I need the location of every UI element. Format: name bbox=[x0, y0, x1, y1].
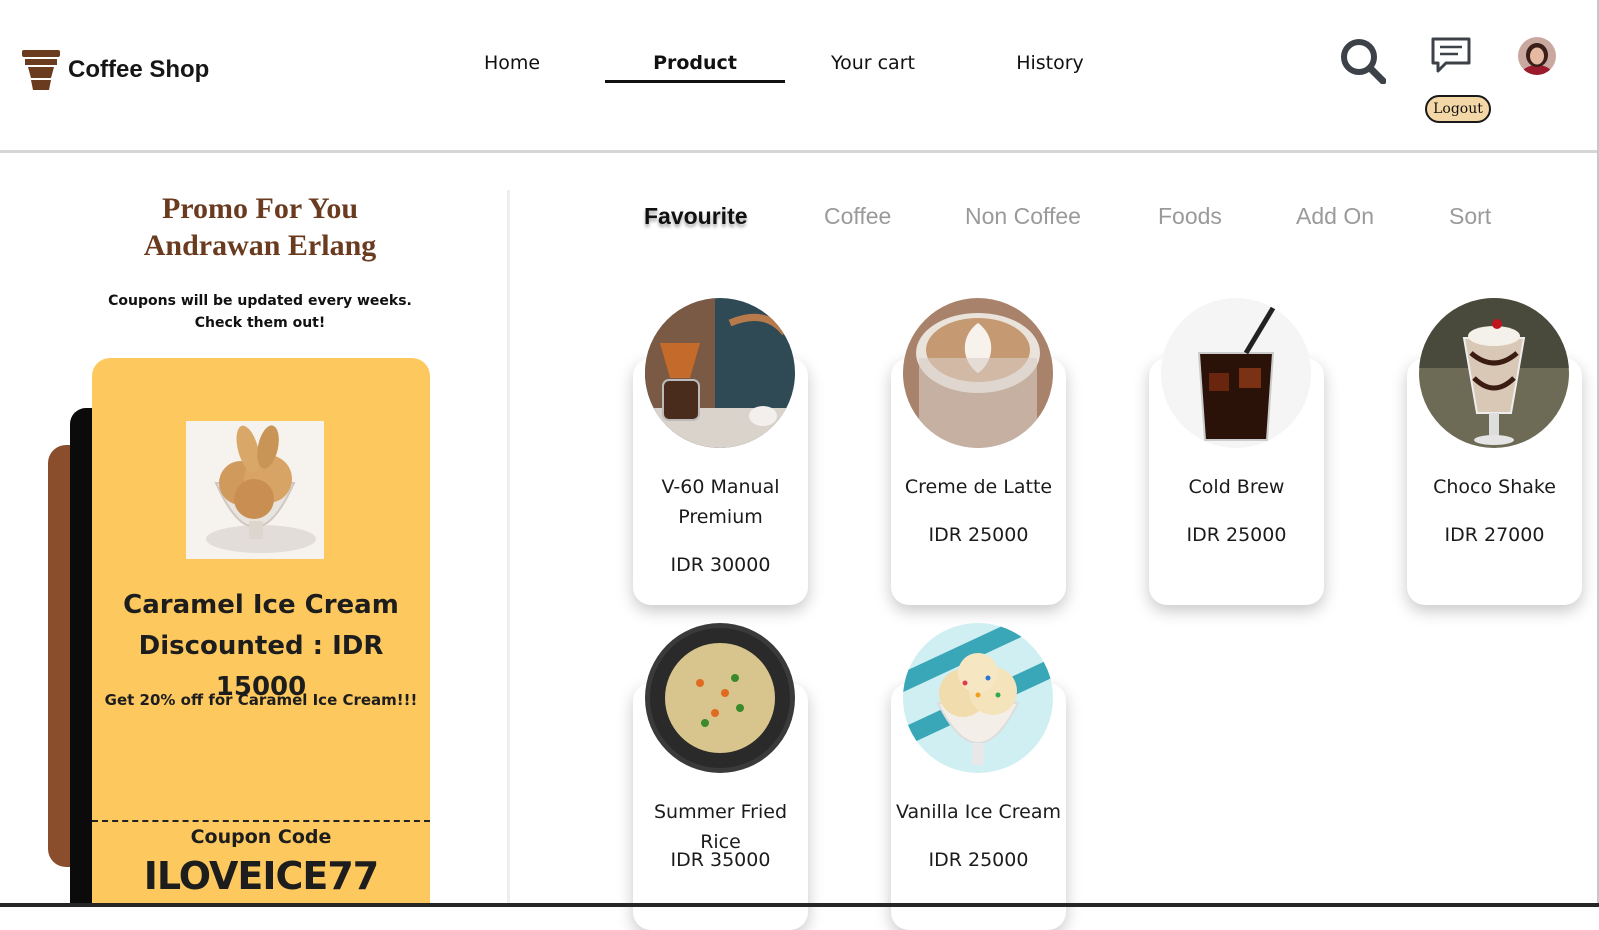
avatar[interactable] bbox=[1518, 37, 1556, 75]
brand[interactable]: Coffee Shop bbox=[22, 48, 209, 92]
coupon-code: ILOVEICE77 bbox=[143, 854, 380, 898]
product-price: IDR 25000 bbox=[928, 849, 1029, 871]
nav-product[interactable]: Product bbox=[605, 52, 785, 83]
search-icon[interactable] bbox=[1340, 38, 1387, 85]
nav-home[interactable]: Home bbox=[422, 52, 602, 80]
cold-brew-image bbox=[1161, 298, 1311, 448]
coupon-title: Caramel Ice Cream Discounted : IDR 15000 bbox=[92, 585, 430, 708]
caramel-ice-cream-image bbox=[186, 421, 324, 559]
vanilla-ice-cream-image bbox=[903, 623, 1053, 773]
tab-coffee[interactable]: Coffee bbox=[824, 203, 891, 230]
product-card-cold-brew[interactable]: Cold Brew IDR 25000 bbox=[1149, 298, 1324, 608]
product-price: IDR 27000 bbox=[1444, 524, 1545, 546]
coupon-card[interactable]: Caramel Ice Cream Discounted : IDR 15000… bbox=[92, 358, 430, 907]
product-name: Cold Brew bbox=[1188, 476, 1285, 498]
top-header: Coffee Shop Home Product Your cart Histo… bbox=[0, 0, 1597, 153]
promo-heading-line1: Promo For You bbox=[161, 192, 359, 225]
product-card-v60[interactable]: V-60 Manual Premium IDR 30000 bbox=[633, 298, 808, 608]
coupon-title-line1: Caramel Ice Cream bbox=[123, 590, 399, 620]
product-price: IDR 25000 bbox=[928, 524, 1029, 546]
chat-icon[interactable] bbox=[1430, 36, 1472, 76]
promo-heading: Promo For You Andrawan Erlang bbox=[60, 190, 460, 264]
product-price: IDR 35000 bbox=[670, 849, 771, 871]
product-name: Choco Shake bbox=[1433, 476, 1556, 498]
logout-button[interactable]: Logout bbox=[1425, 95, 1491, 123]
product-name: V-60 Manual Premium bbox=[633, 472, 808, 532]
promo-heading-line2: Andrawan Erlang bbox=[143, 229, 377, 262]
brand-title: Coffee Shop bbox=[68, 56, 210, 83]
coupon-description: Get 20% off for Caramel Ice Cream!!! bbox=[104, 691, 418, 709]
product-card-vanilla-ice-cream[interactable]: Vanilla Ice Cream IDR 25000 bbox=[891, 623, 1066, 930]
horizontal-scrollbar[interactable] bbox=[0, 903, 1599, 907]
tab-foods[interactable]: Foods bbox=[1158, 203, 1222, 230]
product-name: Creme de Latte bbox=[904, 476, 1053, 498]
nav-history[interactable]: History bbox=[960, 52, 1140, 80]
coffee-cup-icon bbox=[22, 48, 62, 92]
product-price: IDR 25000 bbox=[1186, 524, 1287, 546]
product-card-summer-fried-rice[interactable]: Summer Fried Rice IDR 35000 bbox=[633, 623, 808, 930]
coupon-divider bbox=[92, 820, 430, 822]
promo-subtitle: Coupons will be updated every weeks. Che… bbox=[60, 290, 460, 334]
promo-subtitle-line1: Coupons will be updated every weeks. bbox=[108, 293, 412, 309]
product-price: IDR 30000 bbox=[670, 554, 771, 576]
tab-favourite[interactable]: Favourite bbox=[644, 203, 748, 230]
nav-your-cart[interactable]: Your cart bbox=[783, 52, 963, 80]
tab-add-on[interactable]: Add On bbox=[1296, 203, 1374, 230]
product-name-line1: V-60 Manual bbox=[661, 476, 780, 498]
fried-rice-image bbox=[645, 623, 795, 773]
product-name: Summer Fried Rice bbox=[653, 801, 788, 853]
tab-sort[interactable]: Sort bbox=[1449, 203, 1491, 230]
choco-shake-image bbox=[1419, 298, 1569, 448]
product-name-line2: Premium bbox=[678, 506, 763, 528]
panel-divider bbox=[507, 190, 510, 907]
product-card-creme-de-latte[interactable]: Creme de Latte IDR 25000 bbox=[891, 298, 1066, 608]
coupon-code-label: Coupon Code bbox=[190, 826, 332, 848]
latte-image bbox=[903, 298, 1053, 448]
promo-subtitle-line2: Check them out! bbox=[194, 315, 326, 331]
tab-non-coffee[interactable]: Non Coffee bbox=[965, 203, 1081, 230]
product-name: Vanilla Ice Cream bbox=[895, 801, 1061, 823]
product-card-choco-shake[interactable]: Choco Shake IDR 27000 bbox=[1407, 298, 1582, 608]
v60-coffee-image bbox=[645, 298, 795, 448]
